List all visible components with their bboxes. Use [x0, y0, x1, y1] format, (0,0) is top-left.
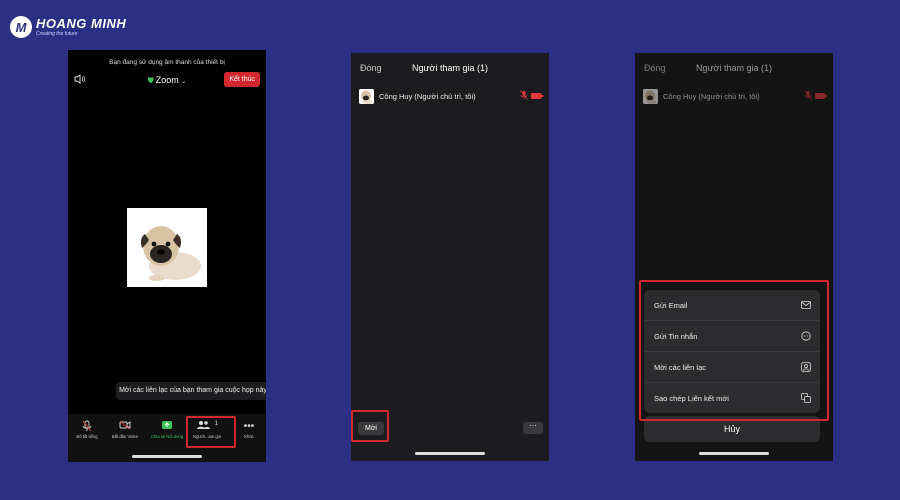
share-content-button[interactable]: Chia sẻ Nội dung [148, 420, 186, 439]
mic-muted-icon [68, 420, 106, 434]
start-video-button[interactable]: Bắt đầu Video [106, 420, 144, 439]
mic-muted-icon [804, 90, 812, 102]
meeting-toolbar: Bỏ tắt tiếng Bắt đầu Video Chia sẻ Nội d… [68, 414, 266, 462]
pug-image [127, 208, 207, 287]
participant-name: Công Huy (Người chủ trì, tôi) [663, 91, 760, 101]
end-meeting-button[interactable]: Kết thúc [224, 72, 260, 87]
video-off-icon [106, 420, 144, 434]
brand-tagline: Creating the future [36, 31, 78, 37]
invite-highlight [351, 410, 389, 442]
avatar [643, 88, 658, 104]
participant-video [127, 208, 207, 287]
unmute-button[interactable]: Bỏ tắt tiếng [68, 420, 106, 439]
participants-header: Đóng Người tham gia (1) [635, 53, 833, 85]
video-off-icon [815, 93, 828, 99]
meeting-app-name: Zoom [155, 75, 179, 85]
brand-name: HOANG MINH [36, 16, 127, 31]
invite-tooltip: Mời các liên lạc của bạn tham gia cuộc h… [116, 382, 266, 400]
avatar [359, 88, 374, 104]
options-highlight [639, 280, 829, 421]
participant-row[interactable]: Công Huy (Người chủ trì, tôi) [359, 85, 544, 107]
more-label: Khác [244, 434, 254, 439]
share-screen-icon [148, 420, 186, 434]
brand-logo: M HOANG MINH Creating the future [10, 16, 126, 38]
home-indicator [415, 452, 485, 455]
chevron-down-icon: ⌄ [181, 79, 187, 85]
share-content-label: Chia sẻ Nội dung [150, 434, 184, 439]
mic-muted-icon [520, 90, 528, 102]
participant-name: Công Huy (Người chủ trì, tôi) [379, 91, 476, 101]
participants-title: Người tham gia (1) [696, 63, 772, 73]
participants-header: Đóng Người tham gia (1) [351, 53, 549, 85]
meeting-screen: Bạn đang sử dụng âm thanh của thiết bị ⛊… [68, 50, 266, 462]
participants-highlight [186, 416, 236, 448]
invite-sheet-screen: Đóng Người tham gia (1) Công Huy (Người … [635, 53, 833, 461]
participant-row: Công Huy (Người chủ trì, tôi) [643, 85, 828, 107]
shield-icon: ⛊ [147, 76, 154, 85]
audio-status-text: Bạn đang sử dụng âm thanh của thiết bị [109, 59, 225, 66]
video-off-icon [531, 93, 544, 99]
home-indicator [132, 455, 202, 458]
participants-screen: Đóng Người tham gia (1) Công Huy (Người … [351, 53, 549, 461]
brand-mark-icon: M [10, 16, 32, 38]
home-indicator [699, 452, 769, 455]
more-options-button[interactable]: ··· [523, 422, 543, 434]
participants-title: Người tham gia (1) [412, 63, 488, 73]
start-video-label: Bắt đầu Video [111, 434, 139, 439]
unmute-label: Bỏ tắt tiếng [76, 434, 98, 439]
